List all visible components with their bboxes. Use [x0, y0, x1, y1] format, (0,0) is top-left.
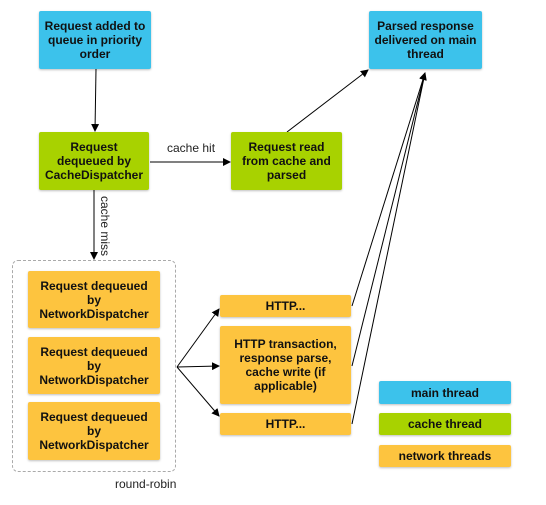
node-cache-dispatcher: Request dequeued by CacheDispatcher	[39, 132, 149, 190]
line-http-1-to-delivered	[351, 72, 427, 307]
node-queued: Request added to queue in priority order	[39, 11, 151, 69]
arrow-to-http-3	[176, 366, 220, 417]
arrow-to-http-2	[176, 362, 220, 371]
node-http-short: HTTP...	[220, 413, 351, 435]
legend-network-threads: network threads	[379, 445, 511, 467]
legend-cache-thread: cache thread	[379, 413, 511, 435]
node-http-full: HTTP transaction, response parse, cache …	[220, 326, 351, 404]
node-delivered: Parsed response delivered on main thread	[369, 11, 482, 69]
arrow-queue-to-cache	[91, 68, 100, 132]
line-http-3-to-delivered	[351, 72, 426, 425]
node-network-dispatcher: Request dequeued by NetworkDispatcher	[28, 402, 160, 460]
label-cache-miss: cache miss	[98, 196, 112, 257]
node-network-dispatcher: Request dequeued by NetworkDispatcher	[28, 337, 160, 394]
arrow-cache-read-to-delivered	[286, 69, 369, 133]
label-round-robin: round-robin	[115, 477, 177, 491]
volley-request-diagram: Request added to queue in priority order…	[0, 0, 546, 505]
node-cache-read: Request read from cache and parsed	[231, 132, 342, 190]
arrow-to-http-1	[176, 308, 220, 368]
node-http-short: HTTP...	[220, 295, 351, 317]
node-network-dispatcher: Request dequeued by NetworkDispatcher	[28, 271, 160, 328]
line-http-2-to-delivered	[351, 72, 426, 367]
legend-main-thread: main thread	[379, 381, 511, 404]
label-cache-hit: cache hit	[167, 141, 216, 155]
